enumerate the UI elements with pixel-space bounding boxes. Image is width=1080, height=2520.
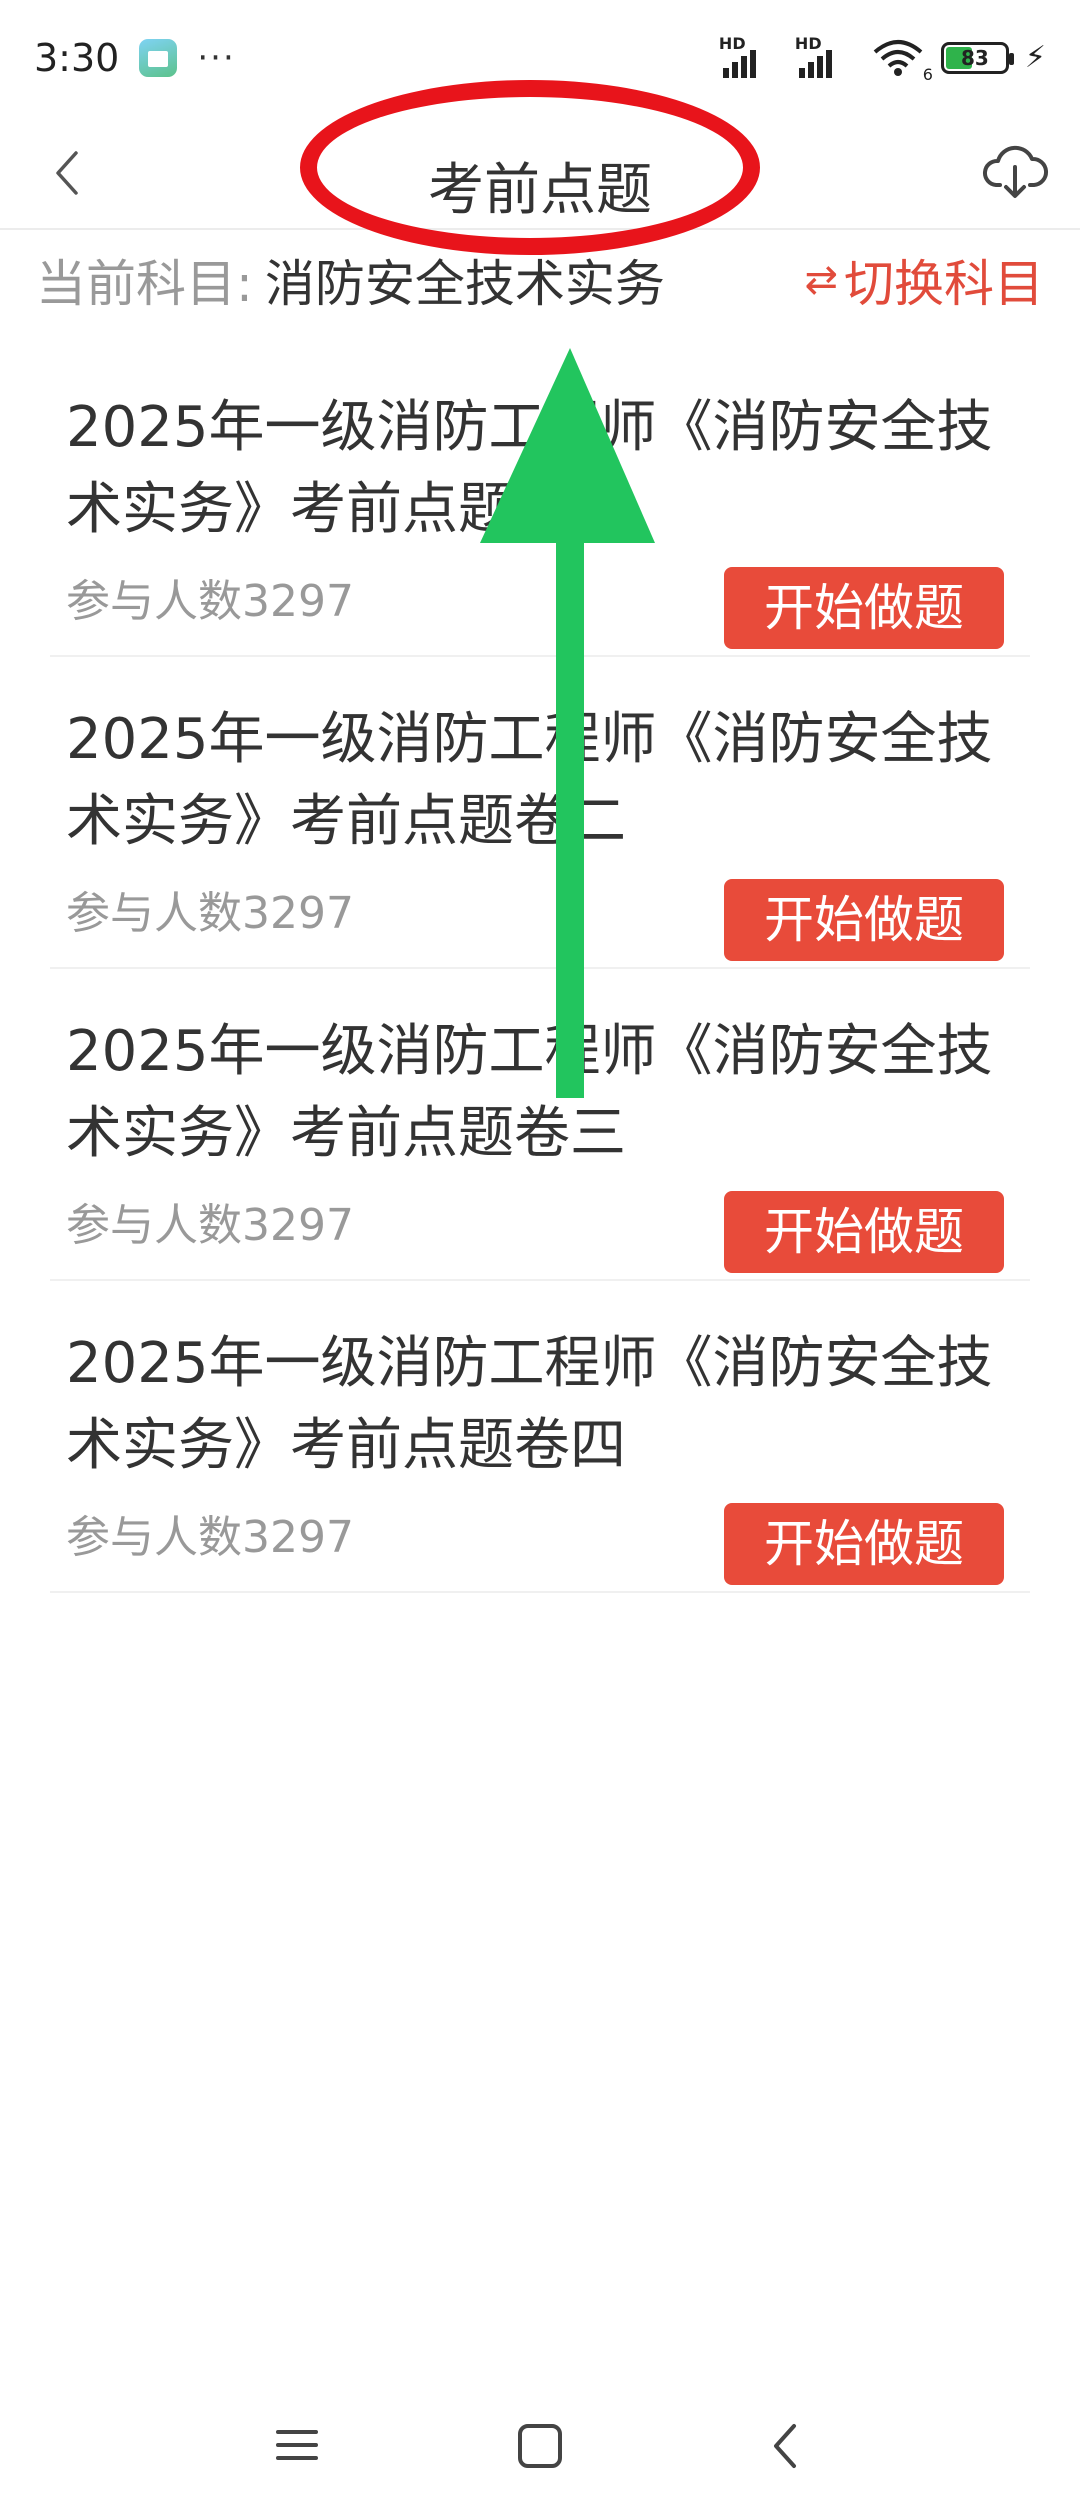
start-button[interactable]: 开始做题	[724, 1503, 1004, 1585]
signal-icon-2: HD	[795, 34, 855, 78]
wifi-sub-label: 6	[922, 64, 933, 84]
more-notifications-icon: ···	[197, 37, 236, 78]
list-item[interactable]: 2025年一级消防工程师《消防安全技术实务》考前点题卷二 参与人数3297 开始…	[50, 657, 1030, 969]
menu-icon	[276, 2430, 318, 2460]
current-subject: 当前科目: 消防安全技术实务	[36, 244, 665, 316]
download-button[interactable]	[980, 137, 1050, 207]
paper-list: 2025年一级消防工程师《消防安全技术实务》考前点题卷一 参与人数3297 开始…	[50, 345, 1030, 1593]
app-notification-icon	[139, 38, 178, 77]
participant-count: 参与人数3297	[66, 888, 354, 939]
paper-title: 2025年一级消防工程师《消防安全技术实务》考前点题卷二	[66, 707, 993, 854]
charging-icon: ⚡	[1024, 40, 1046, 75]
start-button[interactable]: 开始做题	[724, 879, 1004, 961]
switch-subject-button[interactable]: ⇄ 切换科目	[804, 244, 1044, 316]
header: 考前点题	[0, 115, 1080, 230]
participant-count: 参与人数3297	[66, 1200, 354, 1251]
list-item[interactable]: 2025年一级消防工程师《消防安全技术实务》考前点题卷四 参与人数3297 开始…	[50, 1281, 1030, 1593]
paper-title: 2025年一级消防工程师《消防安全技术实务》考前点题卷四	[66, 1331, 993, 1478]
battery-icon: 83	[940, 41, 1014, 74]
subject-label: 当前科目:	[36, 255, 253, 313]
participant-count: 参与人数3297	[66, 576, 354, 627]
subject-bar: 当前科目: 消防安全技术实务 ⇄ 切换科目	[0, 230, 1080, 330]
start-button[interactable]: 开始做题	[724, 567, 1004, 649]
swap-icon: ⇄	[804, 257, 838, 303]
switch-subject-label: 切换科目	[844, 255, 1044, 313]
signal-icon: HD	[719, 34, 779, 78]
list-item[interactable]: 2025年一级消防工程师《消防安全技术实务》考前点题卷三 参与人数3297 开始…	[50, 969, 1030, 1281]
paper-title: 2025年一级消防工程师《消防安全技术实务》考前点题卷一	[66, 395, 993, 542]
list-item[interactable]: 2025年一级消防工程师《消防安全技术实务》考前点题卷一 参与人数3297 开始…	[50, 345, 1030, 657]
subject-value: 消防安全技术实务	[264, 255, 665, 313]
system-nav-bar	[0, 2380, 1080, 2520]
cloud-download-icon	[983, 145, 1048, 198]
start-button[interactable]: 开始做题	[724, 1191, 1004, 1273]
status-time: 3:30	[34, 35, 120, 80]
status-bar: 3:30 ··· HD HD 6 83 ⚡	[0, 0, 1080, 115]
status-right: HD HD 6 83 ⚡	[719, 34, 1046, 84]
home-button[interactable]	[512, 2418, 568, 2474]
participant-count: 参与人数3297	[66, 1512, 354, 1563]
page-title: 考前点题	[428, 158, 652, 223]
status-left: 3:30 ···	[34, 36, 236, 80]
system-back-button[interactable]	[758, 2418, 814, 2474]
battery-level: 83	[961, 45, 989, 70]
menu-button[interactable]	[272, 2420, 322, 2470]
home-square-icon	[518, 2424, 562, 2468]
wifi-icon: 6	[871, 38, 933, 84]
back-triangle-icon	[774, 2424, 796, 2468]
paper-title: 2025年一级消防工程师《消防安全技术实务》考前点题卷三	[66, 1019, 993, 1166]
